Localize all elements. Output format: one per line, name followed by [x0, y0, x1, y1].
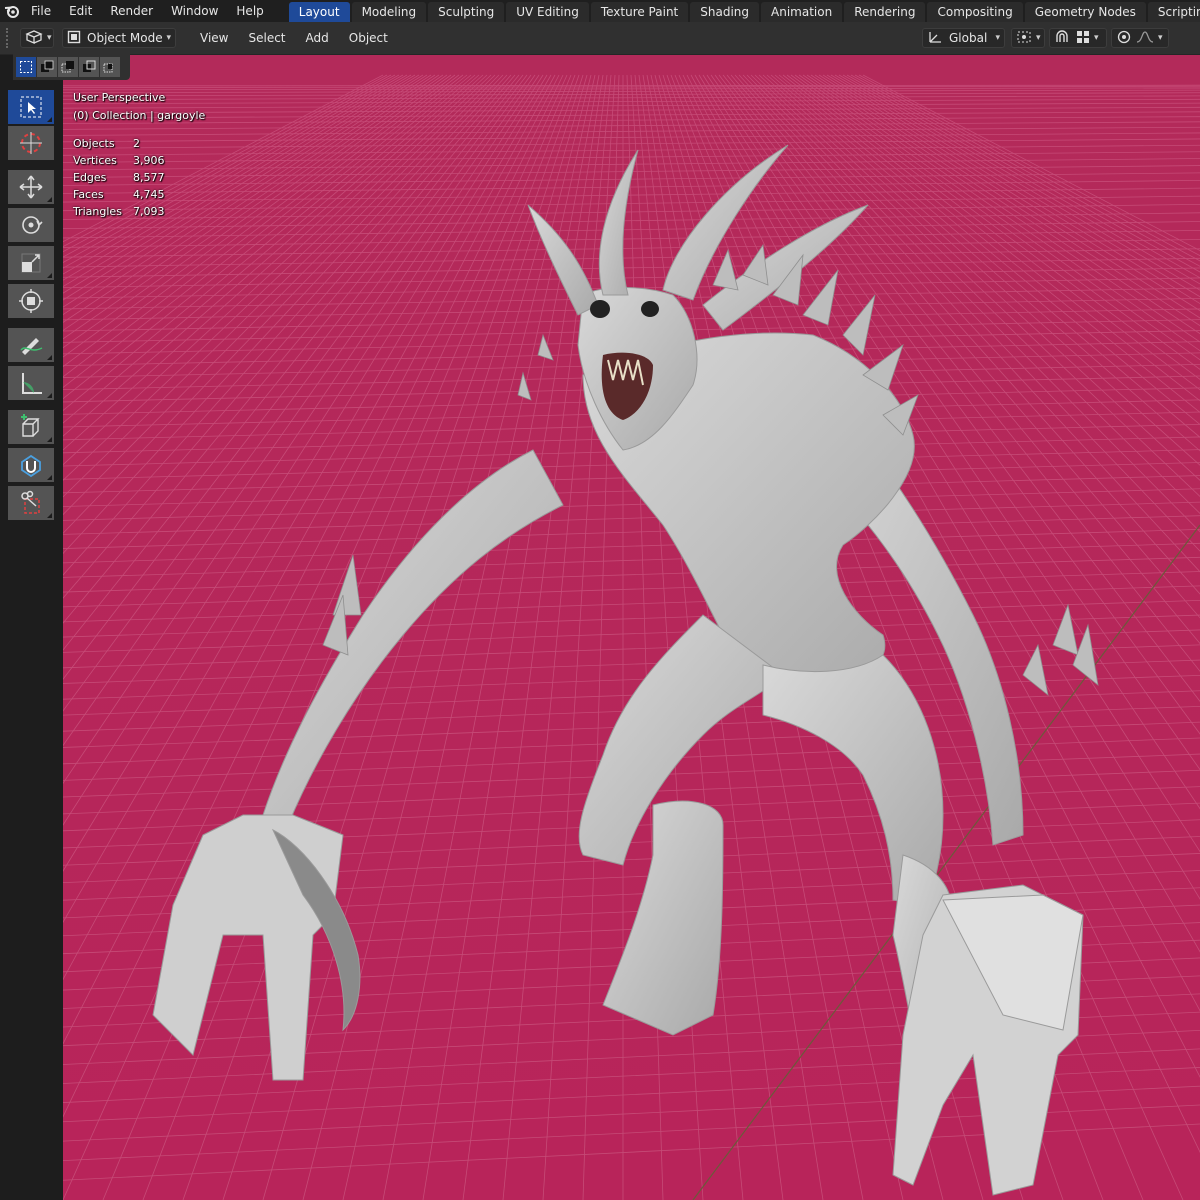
proportional-editing-controls[interactable]: ▾	[1111, 28, 1169, 48]
menu-edit[interactable]: Edit	[60, 0, 101, 22]
stat-row: Triangles 7,093	[73, 205, 205, 222]
editor-type-button[interactable]: ▾	[20, 28, 54, 48]
tab-sculpting[interactable]: Sculpting	[428, 2, 505, 22]
menu-render[interactable]: Render	[101, 0, 162, 22]
chevron-down-icon: ▾	[1036, 33, 1041, 43]
pivot-point-dropdown[interactable]: ▾	[1011, 28, 1045, 48]
viewport-editor-icon	[25, 29, 43, 47]
view-name: User Perspective	[73, 91, 166, 104]
orientation-label: Global	[949, 31, 988, 45]
magnet-icon	[1054, 29, 1070, 47]
stat-row: Vertices 3,906	[73, 154, 205, 171]
main-menu: File Edit Render Window Help	[22, 0, 273, 22]
chevron-down-icon: ▾	[1094, 33, 1099, 43]
rotate-icon[interactable]	[8, 208, 54, 242]
object-mode-icon	[67, 30, 81, 47]
stat-label: Faces	[73, 188, 104, 201]
menu-view[interactable]: View	[190, 31, 238, 45]
stat-row: Faces 4,745	[73, 188, 205, 205]
tab-shading[interactable]: Shading	[690, 2, 759, 22]
drag-handle[interactable]	[6, 28, 14, 48]
move-icon[interactable]	[8, 170, 54, 204]
chevron-down-icon: ▾	[995, 33, 1000, 43]
tool-shelf	[0, 80, 63, 1200]
viewport-scene	[63, 55, 1200, 1200]
tab-geometry-nodes[interactable]: Geometry Nodes	[1024, 2, 1146, 22]
scene-statistics: Objects 2 Vertices 3,906 Edges 8,577 Fac…	[73, 137, 205, 222]
viewport-header: ▾ Object Mode ▾ View Select Add Object G…	[0, 22, 1200, 55]
stat-row: Edges 8,577	[73, 171, 205, 188]
select-box-icon[interactable]	[8, 90, 54, 124]
blender-logo-icon[interactable]	[4, 0, 20, 22]
select-extend-icon[interactable]	[37, 57, 57, 77]
selection-mode-strip	[13, 54, 130, 80]
mode-dropdown[interactable]: Object Mode ▾	[62, 28, 176, 48]
tab-texture-paint[interactable]: Texture Paint	[590, 2, 689, 22]
cursor-icon[interactable]	[8, 126, 54, 160]
mode-label: Object Mode	[87, 31, 163, 45]
3d-viewport[interactable]	[63, 55, 1200, 1200]
select-subtract-icon[interactable]	[58, 57, 78, 77]
stat-label: Triangles	[73, 205, 122, 218]
collection-label: (0) Collection | gargoyle	[73, 109, 206, 122]
transform-icon[interactable]	[8, 284, 54, 318]
tab-rendering[interactable]: Rendering	[844, 2, 926, 22]
stat-label: Edges	[73, 171, 107, 184]
proportional-editing-icon	[1116, 30, 1132, 47]
shrink-wrap-icon[interactable]	[8, 448, 54, 482]
transform-orientation-dropdown[interactable]: Global ▾	[922, 28, 1005, 48]
menu-file[interactable]: File	[22, 0, 60, 22]
viewport-info-overlay: User Perspective (0) Collection | gargoy…	[73, 91, 205, 222]
select-new-icon[interactable]	[16, 57, 36, 77]
select-intersect-icon[interactable]	[100, 57, 120, 77]
tab-scripting[interactable]: Scripting	[1147, 2, 1200, 22]
add-cube-icon[interactable]	[8, 410, 54, 444]
stat-value: 7,093	[133, 205, 165, 218]
pivot-icon	[1016, 30, 1032, 47]
chevron-down-icon: ▾	[47, 33, 52, 43]
chevron-down-icon: ▾	[1158, 33, 1163, 43]
orientation-axis-icon	[927, 30, 943, 47]
menu-add[interactable]: Add	[296, 31, 339, 45]
menu-select[interactable]: Select	[238, 31, 295, 45]
chevron-down-icon: ▾	[166, 33, 171, 43]
snap-grid-icon	[1076, 30, 1090, 47]
stat-value: 8,577	[133, 171, 165, 184]
stat-value: 4,745	[133, 188, 165, 201]
menu-object[interactable]: Object	[339, 31, 398, 45]
snapping-controls[interactable]: ▾	[1049, 28, 1107, 48]
menu-window[interactable]: Window	[162, 0, 227, 22]
knife-icon[interactable]	[8, 486, 54, 520]
tab-uv-editing[interactable]: UV Editing	[506, 2, 589, 22]
tab-layout[interactable]: Layout	[288, 2, 350, 22]
select-difference-icon[interactable]	[79, 57, 99, 77]
stat-value: 3,906	[133, 154, 165, 167]
top-menu-bar: File Edit Render Window Help Layout Mode…	[0, 0, 1200, 22]
stat-label: Vertices	[73, 154, 117, 167]
stat-label: Objects	[73, 137, 115, 150]
tab-compositing[interactable]: Compositing	[927, 2, 1023, 22]
scale-icon[interactable]	[8, 246, 54, 280]
tab-modeling[interactable]: Modeling	[351, 2, 427, 22]
workspace-tabs: Layout Modeling Sculpting UV Editing Tex…	[288, 0, 1200, 22]
measure-icon[interactable]	[8, 366, 54, 400]
tab-animation[interactable]: Animation	[761, 2, 843, 22]
falloff-curve-icon	[1136, 30, 1154, 47]
stat-row: Objects 2	[73, 137, 205, 154]
annotate-icon[interactable]	[8, 328, 54, 362]
menu-help[interactable]: Help	[227, 0, 272, 22]
stat-value: 2	[133, 137, 140, 150]
